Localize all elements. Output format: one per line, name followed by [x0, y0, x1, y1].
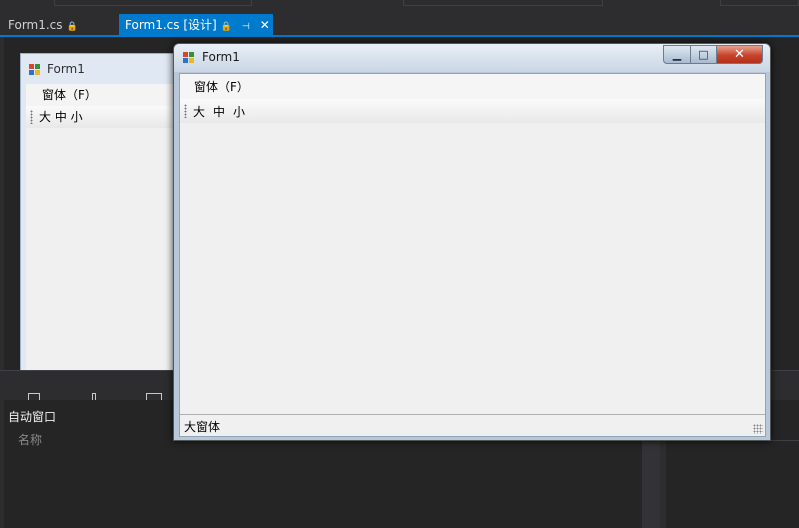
status-label: 大窗体 — [184, 420, 221, 434]
status-bar: 大窗体 — [180, 414, 765, 436]
menu-bar: 窗体（F） — [180, 74, 765, 99]
design-toolstrip-text: 大 中 小 — [39, 110, 83, 124]
tab-label: Form1.cs [设计] — [125, 18, 217, 32]
form-app-icon — [183, 52, 195, 63]
close-button[interactable]: ✕ — [716, 45, 763, 64]
toolstrip-grip[interactable] — [184, 104, 187, 118]
design-form-title: Form1 — [47, 62, 85, 76]
tool-strip: 大 中 小 — [180, 99, 765, 123]
panel-scrollbar[interactable] — [642, 426, 660, 528]
app-window[interactable]: Form1 ▁ □ ✕ 窗体（F） 大 中 小 大窗体 — [173, 43, 771, 441]
tab-form1-designer[interactable]: Form1.cs [设计] 🔒 ⊣ ✕ — [119, 14, 273, 36]
tab-form1-cs[interactable]: Form1.cs 🔒 — [2, 14, 84, 36]
design-menu-item[interactable]: 窗体（F） — [26, 84, 189, 106]
document-tab-bar: Form1.cs 🔒 Form1.cs [设计] 🔒 ⊣ ✕ — [0, 14, 799, 36]
maximize-button[interactable]: □ — [690, 45, 717, 64]
design-toolstrip[interactable]: 大 中 小 — [26, 106, 189, 128]
menu-item-window[interactable]: 窗体（F） — [194, 78, 249, 95]
ide-top-strip — [0, 0, 799, 12]
toolstrip-grip[interactable] — [30, 110, 33, 124]
app-window-title: Form1 — [202, 50, 240, 64]
close-icon[interactable]: ✕ — [260, 18, 270, 32]
auto-window-title: 自动窗口 — [8, 410, 57, 424]
design-form-titlebar: Form1 — [21, 54, 189, 84]
tab-label: Form1.cs — [8, 18, 63, 32]
medium-button[interactable]: 中 — [213, 103, 225, 120]
minimize-button[interactable]: ▁ — [663, 45, 691, 64]
design-form[interactable]: Form1 窗体（F） 大 中 小 — [20, 53, 190, 371]
app-window-client: 窗体（F） 大 中 小 大窗体 — [179, 73, 766, 437]
lock-icon: 🔒 — [66, 22, 78, 32]
pin-icon[interactable]: ⊣ — [242, 22, 250, 32]
toolbar-segment — [403, 0, 603, 6]
toolbar-segment — [720, 0, 799, 6]
name-column-header[interactable]: 名称 — [18, 431, 42, 448]
large-button[interactable]: 大 — [193, 103, 205, 120]
design-form-client: 窗体（F） 大 中 小 — [26, 84, 189, 370]
app-window-titlebar[interactable]: Form1 ▁ □ ✕ — [174, 44, 770, 72]
form-app-icon — [29, 63, 41, 75]
resize-grip[interactable] — [753, 424, 763, 434]
lock-icon: 🔒 — [220, 22, 232, 32]
small-button[interactable]: 小 — [233, 103, 245, 120]
toolbar-segment — [54, 0, 252, 6]
